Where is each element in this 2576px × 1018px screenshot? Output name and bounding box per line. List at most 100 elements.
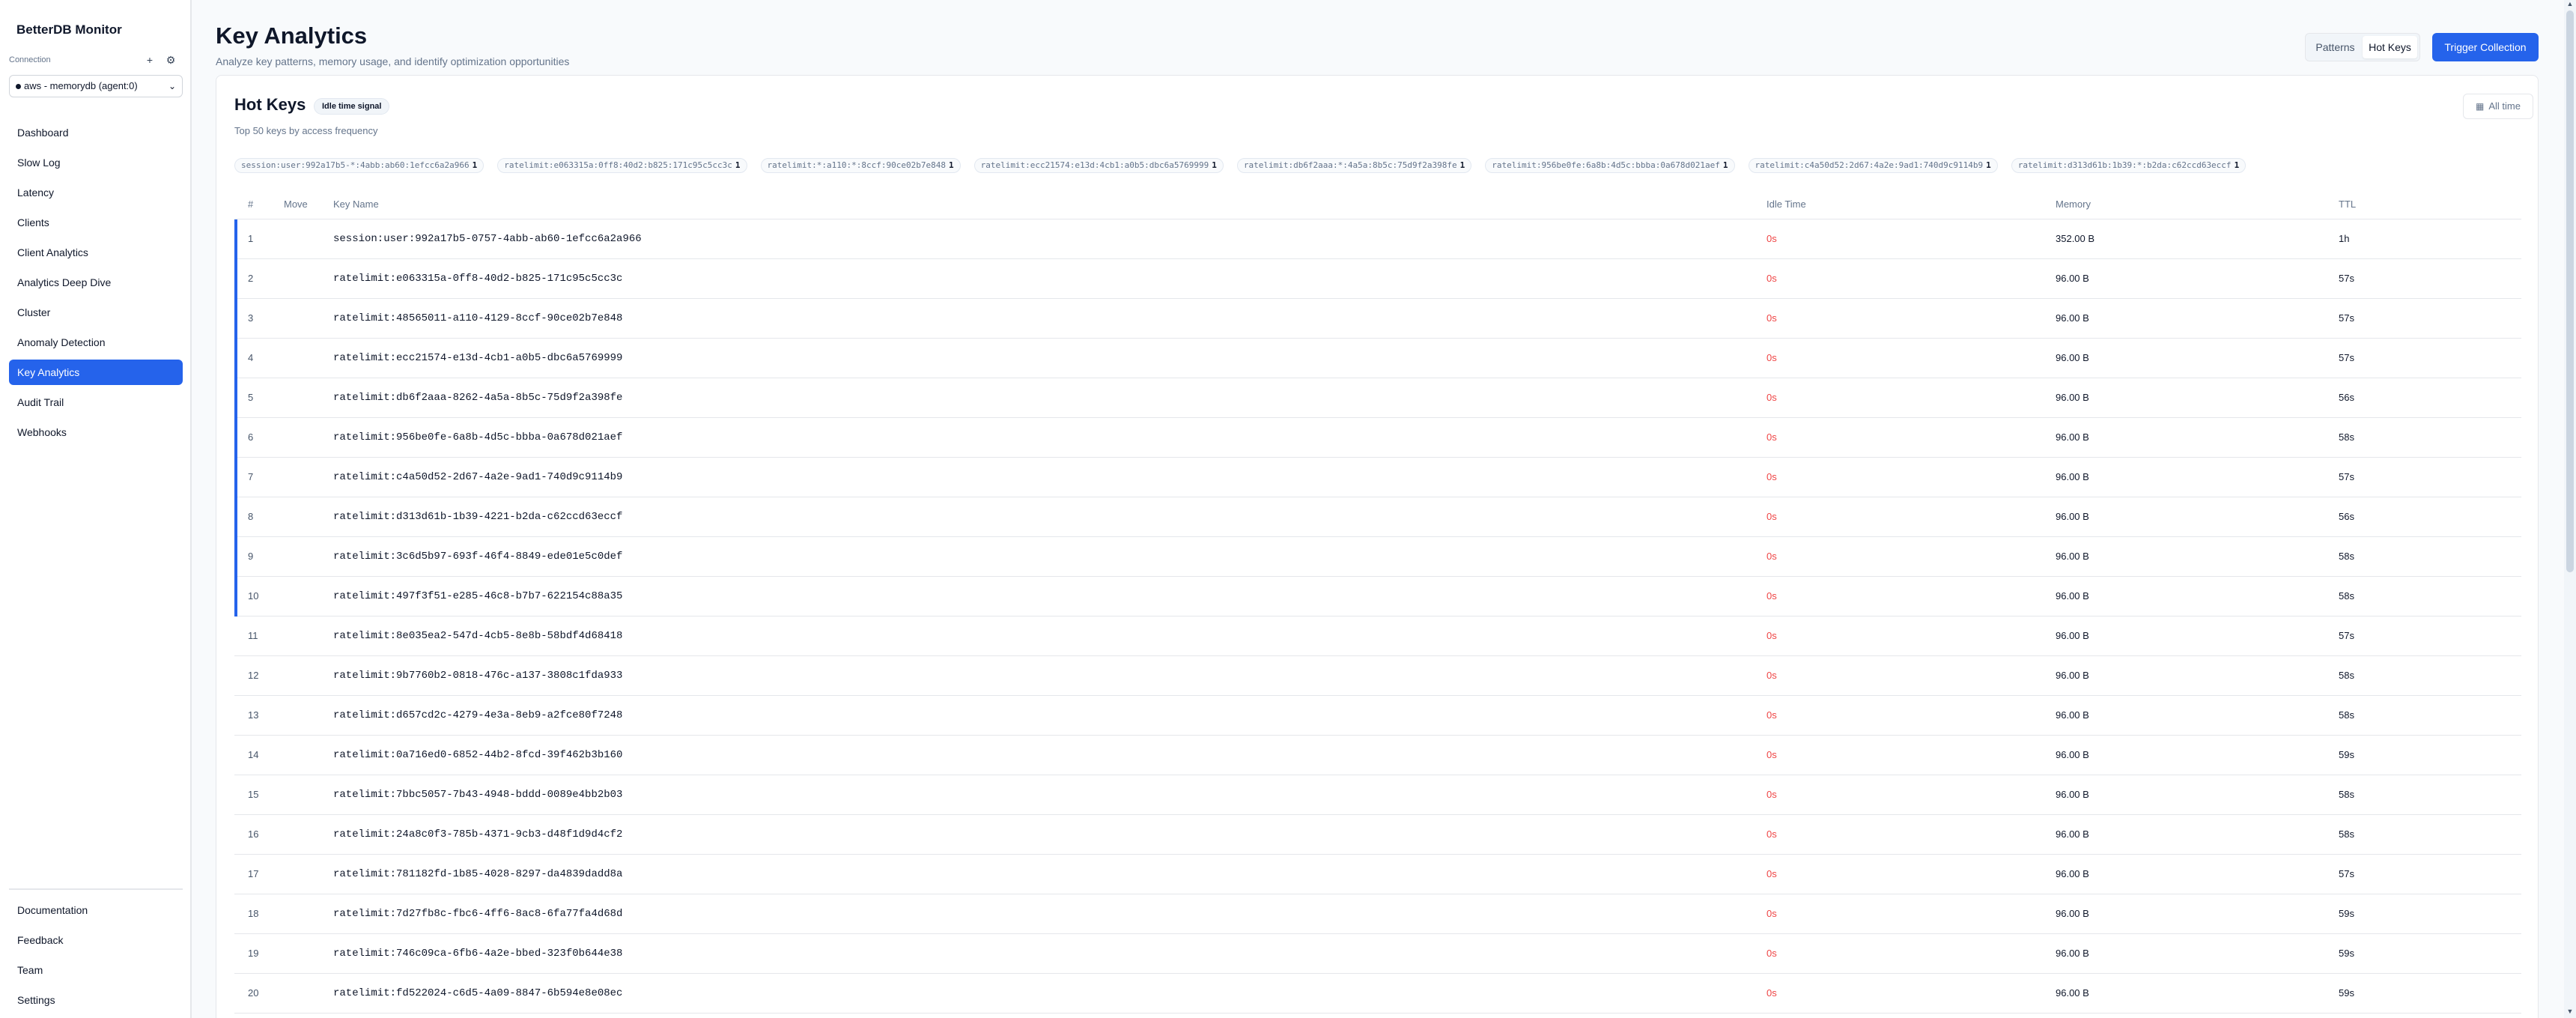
sidebar-item-clients[interactable]: Clients xyxy=(9,210,183,235)
table-row[interactable]: 5 ratelimit:db6f2aaa-8262-4a5a-8b5c-75d9f… xyxy=(234,378,2521,418)
sidebar-item-webhooks[interactable]: Webhooks xyxy=(9,419,183,445)
sidebar-item-dashboard[interactable]: Dashboard xyxy=(9,120,183,145)
ttl-cell: 57s xyxy=(2339,868,2354,879)
key-name-cell: ratelimit:7bbc5057-7b43-4948-bddd-0089e4… xyxy=(333,789,623,801)
memory-cell: 96.00 B xyxy=(2056,551,2089,562)
key-name-cell: ratelimit:956be0fe-6a8b-4d5c-bbba-0a678d… xyxy=(333,431,623,443)
key-name-cell: ratelimit:781182fd-1b85-4028-8297-da4839… xyxy=(333,868,623,880)
sidebar-item-cluster[interactable]: Cluster xyxy=(9,300,183,325)
key-name-cell: ratelimit:fd522024-c6d5-4a09-8847-6b594e… xyxy=(333,987,623,999)
hot-key-chip[interactable]: ratelimit:e063315a:0ff8:40d2:b825:171c95… xyxy=(497,158,747,173)
table-row[interactable]: 8 ratelimit:d313d61b-1b39-4221-b2da-c62cc… xyxy=(234,497,2521,537)
plus-icon[interactable]: + xyxy=(144,54,156,66)
hot-key-chip[interactable]: session:user:992a17b5-*:4abb:ab60:1efcc6… xyxy=(234,158,484,173)
table-row[interactable]: 15 ratelimit:7bbc5057-7b43-4948-bddd-0089… xyxy=(234,775,2521,815)
connection-value: aws - memorydb (agent:0) xyxy=(24,80,138,91)
memory-cell: 96.00 B xyxy=(2056,868,2089,879)
sidebar-item-analytics-deep-dive[interactable]: Analytics Deep Dive xyxy=(9,270,183,295)
chip-key: ratelimit:d313d61b:1b39:*:b2da:c62ccd63e… xyxy=(2017,160,2232,170)
table-row[interactable]: 12 ratelimit:9b7760b2-0818-476c-a137-3808… xyxy=(234,656,2521,696)
idle-time-cell: 0s xyxy=(1767,789,1777,800)
table-row[interactable]: 10 ratelimit:497f3f51-e285-46c8-b7b7-6221… xyxy=(234,577,2521,616)
chip-count: 1 xyxy=(1986,160,1991,170)
chip-count: 1 xyxy=(1459,160,1465,170)
chip-count: 1 xyxy=(1212,160,1217,170)
idle-time-cell: 0s xyxy=(1767,551,1777,562)
sidebar-item-latency[interactable]: Latency xyxy=(9,180,183,205)
rank-cell: 20 xyxy=(248,987,259,999)
table-row[interactable]: 3 ratelimit:48565011-a110-4129-8ccf-90ce0… xyxy=(234,299,2521,339)
sidebar-item-feedback[interactable]: Feedback xyxy=(9,927,183,953)
table-row[interactable]: 2 ratelimit:e063315a-0ff8-40d2-b825-171c9… xyxy=(234,259,2521,299)
rank-cell: 7 xyxy=(248,471,254,482)
sidebar-item-anomaly-detection[interactable]: Anomaly Detection xyxy=(9,330,183,355)
key-name-cell: ratelimit:9b7760b2-0818-476c-a137-3808c1… xyxy=(333,670,623,682)
hot-key-chip[interactable]: ratelimit:db6f2aaa:*:4a5a:8b5c:75d9f2a39… xyxy=(1236,158,1472,173)
idle-time-cell: 0s xyxy=(1767,749,1777,760)
sidebar-item-team[interactable]: Team xyxy=(9,957,183,983)
ttl-cell: 59s xyxy=(2339,948,2354,959)
tab-hot-keys[interactable]: Hot Keys xyxy=(2363,36,2417,58)
table-row[interactable]: 20 ratelimit:fd522024-c6d5-4a09-8847-6b59… xyxy=(234,974,2521,1014)
chip-key: ratelimit:c4a50d52:2d67:4a2e:9ad1:740d9c… xyxy=(1755,160,1984,170)
scroll-up-icon[interactable]: ▲ xyxy=(2564,0,2576,7)
memory-cell: 96.00 B xyxy=(2056,987,2089,999)
table-row[interactable]: 18 ratelimit:7d27fb8c-fbc6-4ff6-8ac8-6fa7… xyxy=(234,894,2521,934)
rank-cell: 4 xyxy=(248,352,254,363)
table-row[interactable]: 1 session:user:992a17b5-0757-4abb-ab60-1e… xyxy=(234,219,2521,259)
trigger-collection-button[interactable]: Trigger Collection xyxy=(2432,33,2539,61)
scroll-down-icon[interactable]: ▼ xyxy=(2564,1008,2576,1015)
ttl-cell: 59s xyxy=(2339,908,2354,919)
key-name-cell: ratelimit:7d27fb8c-fbc6-4ff6-8ac8-6fa77f… xyxy=(333,908,623,920)
table-row[interactable]: 6 ratelimit:956be0fe-6a8b-4d5c-bbba-0a678… xyxy=(234,418,2521,458)
sidebar-item-slow-log[interactable]: Slow Log xyxy=(9,150,183,175)
page-scrollbar[interactable]: ▲ ▼ xyxy=(2564,0,2576,1018)
memory-cell: 96.00 B xyxy=(2056,471,2089,482)
hot-key-chip[interactable]: ratelimit:956be0fe:6a8b:4d5c:bbba:0a678d… xyxy=(1485,158,1735,173)
table-row[interactable]: 11 ratelimit:8e035ea2-547d-4cb5-8e8b-58bd… xyxy=(234,616,2521,656)
table-row[interactable]: 7 ratelimit:c4a50d52-2d67-4a2e-9ad1-740d9… xyxy=(234,458,2521,497)
status-dot xyxy=(16,84,21,90)
chip-count: 1 xyxy=(1722,160,1728,170)
chip-count: 1 xyxy=(948,160,954,170)
idle-time-cell: 0s xyxy=(1767,987,1777,999)
idle-time-cell: 0s xyxy=(1767,352,1777,363)
col-rank: # xyxy=(248,199,254,210)
idle-time-cell: 0s xyxy=(1767,273,1777,284)
rank-cell: 6 xyxy=(248,431,254,443)
idle-time-cell: 0s xyxy=(1767,908,1777,919)
key-name-cell: ratelimit:8e035ea2-547d-4cb5-8e8b-58bdf4… xyxy=(333,630,623,642)
col-ttl: TTL xyxy=(2339,199,2357,210)
sidebar-item-client-analytics[interactable]: Client Analytics xyxy=(9,240,183,265)
connection-select[interactable]: aws - memorydb (agent:0) ⌄ xyxy=(9,75,183,97)
sidebar-item-key-analytics[interactable]: Key Analytics xyxy=(9,360,183,385)
hot-key-chip[interactable]: ratelimit:*:a110:*:8ccf:90ce02b7e848 1 xyxy=(760,158,961,173)
key-name-cell: ratelimit:746c09ca-6fb6-4a2e-bbed-323f0b… xyxy=(333,948,623,960)
table-row[interactable]: 19 ratelimit:746c09ca-6fb6-4a2e-bbed-323f… xyxy=(234,934,2521,974)
ttl-cell: 57s xyxy=(2339,630,2354,641)
memory-cell: 96.00 B xyxy=(2056,789,2089,800)
sidebar-item-settings[interactable]: Settings xyxy=(9,987,183,1013)
table-row[interactable]: 16 ratelimit:24a8c0f3-785b-4371-9cb3-d48f… xyxy=(234,815,2521,855)
sidebar-item-documentation[interactable]: Documentation xyxy=(9,897,183,923)
tab-patterns[interactable]: Patterns xyxy=(2308,36,2363,58)
table-row[interactable]: 4 ratelimit:ecc21574-e13d-4cb1-a0b5-dbc6a… xyxy=(234,339,2521,378)
chip-key: ratelimit:*:a110:*:8ccf:90ce02b7e848 xyxy=(767,160,946,170)
sidebar-item-audit-trail[interactable]: Audit Trail xyxy=(9,390,183,415)
chip-key: ratelimit:956be0fe:6a8b:4d5c:bbba:0a678d… xyxy=(1492,160,1720,170)
gear-icon[interactable]: ⚙ xyxy=(165,54,177,67)
table-row[interactable]: 13 ratelimit:d657cd2c-4279-4e3a-8eb9-a2fc… xyxy=(234,696,2521,736)
idle-time-cell: 0s xyxy=(1767,312,1777,324)
idle-time-cell: 0s xyxy=(1767,670,1777,681)
table-row[interactable]: 14 ratelimit:0a716ed0-6852-44b2-8fcd-39f4… xyxy=(234,736,2521,775)
table-row[interactable]: 9 ratelimit:3c6d5b97-693f-46f4-8849-ede01… xyxy=(234,537,2521,577)
hot-key-chip[interactable]: ratelimit:c4a50d52:2d67:4a2e:9ad1:740d9c… xyxy=(1748,158,1998,173)
time-range-button[interactable]: ▦ All time xyxy=(2463,94,2533,119)
hot-key-chip[interactable]: ratelimit:ecc21574:e13d:4cb1:a0b5:dbc6a5… xyxy=(973,158,1224,173)
table-row[interactable]: 17 ratelimit:781182fd-1b85-4028-8297-da48… xyxy=(234,855,2521,894)
hot-key-chip[interactable]: ratelimit:d313d61b:1b39:*:b2da:c62ccd63e… xyxy=(2011,158,2247,173)
scrollbar-thumb[interactable] xyxy=(2566,10,2574,572)
brand-title: BetterDB Monitor xyxy=(16,22,122,37)
memory-cell: 96.00 B xyxy=(2056,352,2089,363)
chip-key: session:user:992a17b5-*:4abb:ab60:1efcc6… xyxy=(241,160,470,170)
